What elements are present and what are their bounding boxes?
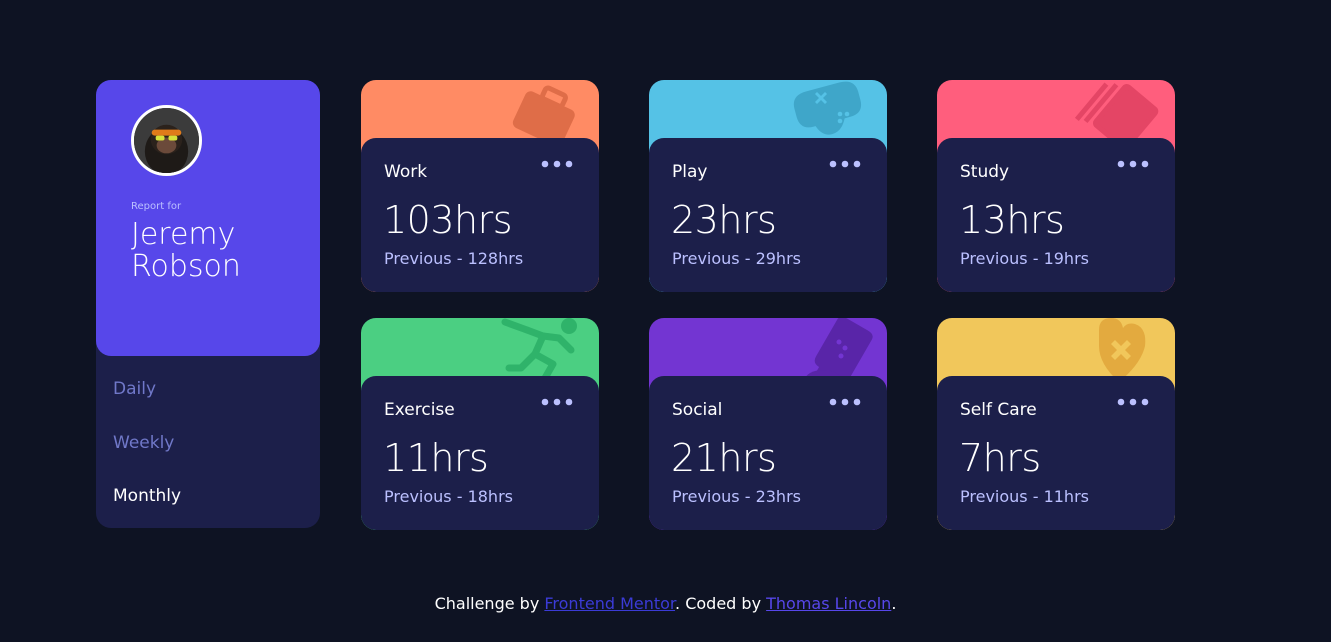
- author-link[interactable]: Thomas Lincoln: [766, 594, 891, 613]
- ellipsis-icon[interactable]: [829, 156, 861, 172]
- card-title: Self Care: [960, 400, 1037, 420]
- user-last-name: Robson: [131, 249, 241, 284]
- card-study: Study 13hrs Previous - 19hrs: [937, 80, 1175, 292]
- avatar: [131, 105, 202, 176]
- profile-header: Report for Jeremy Robson: [96, 80, 320, 356]
- avatar-image: [134, 108, 199, 173]
- card-play-body[interactable]: Play 23hrs Previous - 29hrs: [649, 138, 887, 292]
- card-title: Work: [384, 162, 428, 182]
- card-previous: Previous - 19hrs: [960, 249, 1089, 268]
- card-title: Play: [672, 162, 708, 182]
- ellipsis-icon[interactable]: [829, 394, 861, 410]
- user-name: Jeremy Robson: [131, 219, 311, 283]
- ellipsis-icon[interactable]: [1117, 394, 1149, 410]
- ellipsis-icon[interactable]: [1117, 156, 1149, 172]
- card-hours: 11hrs: [383, 436, 489, 480]
- card-exercise-body[interactable]: Exercise 11hrs Previous - 18hrs: [361, 376, 599, 530]
- card-work-body[interactable]: Work 103hrs Previous - 128hrs: [361, 138, 599, 292]
- card-hours: 7hrs: [959, 436, 1041, 480]
- footer-suffix: .: [891, 594, 897, 613]
- card-hours: 13hrs: [959, 198, 1065, 242]
- card-hours: 103hrs: [383, 198, 513, 242]
- card-social-body[interactable]: Social 21hrs Previous - 23hrs: [649, 376, 887, 530]
- dashboard: Report for Jeremy Robson Daily Weekly Mo…: [0, 0, 1331, 642]
- footer-middle: . Coded by: [675, 594, 767, 613]
- card-hours: 21hrs: [671, 436, 777, 480]
- card-play: Play 23hrs Previous - 29hrs: [649, 80, 887, 292]
- card-hours: 23hrs: [671, 198, 777, 242]
- card-study-body[interactable]: Study 13hrs Previous - 19hrs: [937, 138, 1175, 292]
- period-daily[interactable]: Daily: [113, 379, 156, 399]
- card-work: Work 103hrs Previous - 128hrs: [361, 80, 599, 292]
- card-previous: Previous - 11hrs: [960, 487, 1089, 506]
- card-exercise: Exercise 11hrs Previous - 18hrs: [361, 318, 599, 530]
- card-title: Social: [672, 400, 723, 420]
- card-title: Study: [960, 162, 1010, 182]
- card-self-care: Self Care 7hrs Previous - 11hrs: [937, 318, 1175, 530]
- card-previous: Previous - 23hrs: [672, 487, 801, 506]
- period-weekly[interactable]: Weekly: [113, 433, 174, 453]
- card-previous: Previous - 18hrs: [384, 487, 513, 506]
- card-previous: Previous - 29hrs: [672, 249, 801, 268]
- user-first-name: Jeremy: [131, 217, 236, 252]
- ellipsis-icon[interactable]: [541, 394, 573, 410]
- card-title: Exercise: [384, 400, 455, 420]
- report-for-label: Report for: [131, 201, 182, 212]
- footer-prefix: Challenge by: [434, 594, 545, 613]
- frontend-mentor-link[interactable]: Frontend Mentor: [544, 594, 675, 613]
- period-monthly[interactable]: Monthly: [113, 486, 181, 506]
- profile-card: Report for Jeremy Robson Daily Weekly Mo…: [96, 80, 320, 528]
- card-previous: Previous - 128hrs: [384, 249, 524, 268]
- footer-attribution: Challenge by Frontend Mentor. Coded by T…: [0, 594, 1331, 613]
- ellipsis-icon[interactable]: [541, 156, 573, 172]
- card-self-care-body[interactable]: Self Care 7hrs Previous - 11hrs: [937, 376, 1175, 530]
- card-social: Social 21hrs Previous - 23hrs: [649, 318, 887, 530]
